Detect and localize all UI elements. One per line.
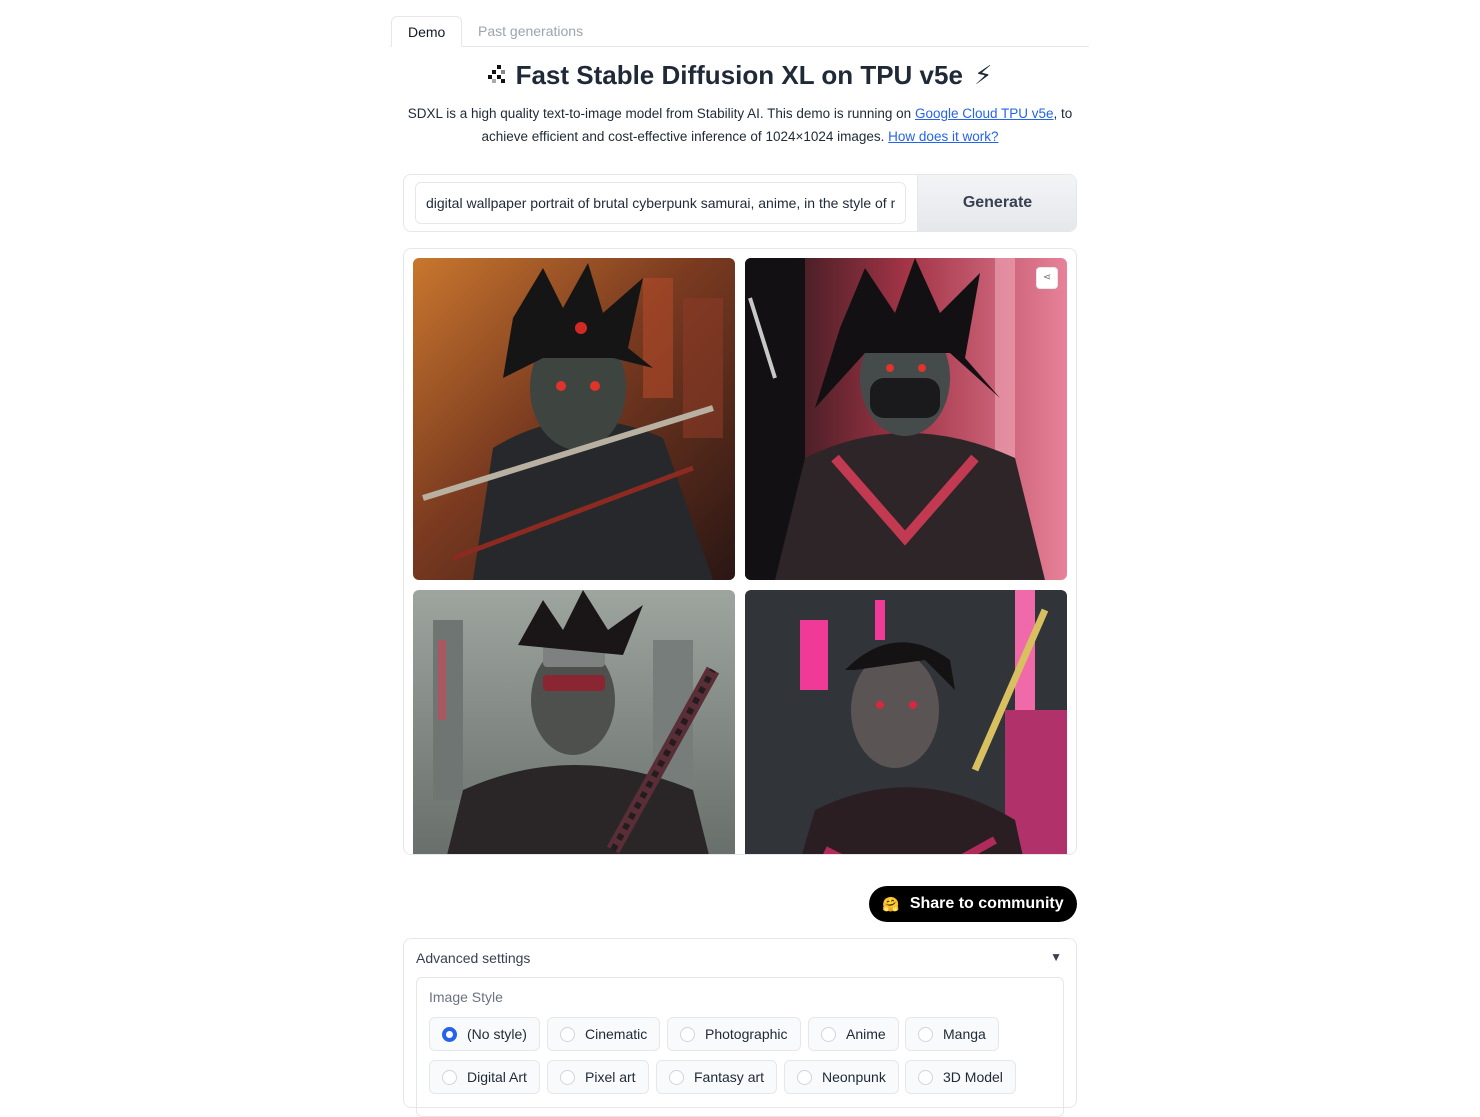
tpu-link[interactable]: Google Cloud TPU v5e (915, 106, 1054, 121)
style-option-pixel-art[interactable]: Pixel art (547, 1060, 649, 1094)
bolt-icon: ⚡ (974, 60, 993, 90)
option-label: Manga (943, 1026, 986, 1042)
how-it-works-link[interactable]: How does it work? (888, 129, 998, 144)
radio-selected-icon (442, 1026, 457, 1042)
sdxl-logo-icon (487, 65, 505, 84)
generated-image-2[interactable]: ⋖ (745, 258, 1067, 580)
style-option-manga[interactable]: Manga (905, 1017, 999, 1051)
option-label: Pixel art (585, 1069, 636, 1085)
title-text: Fast Stable Diffusion XL on TPU v5e (515, 60, 963, 90)
radio-icon (669, 1069, 684, 1085)
share-label: Share to community (909, 895, 1064, 912)
option-label: Photographic (705, 1026, 788, 1042)
advanced-settings-toggle[interactable]: Advanced settings (416, 950, 530, 966)
generate-button[interactable]: Generate (917, 175, 1076, 231)
prompt-input[interactable] (415, 182, 906, 224)
radio-icon (560, 1026, 575, 1042)
style-option-digital-art[interactable]: Digital Art (429, 1060, 540, 1094)
option-label: Anime (846, 1026, 886, 1042)
option-label: (No style) (467, 1026, 527, 1042)
style-option-no-style[interactable]: (No style) (429, 1017, 540, 1051)
radio-icon (918, 1026, 933, 1042)
style-option-anime[interactable]: Anime (808, 1017, 899, 1051)
image-style-label: Image Style (429, 989, 503, 1005)
description: SDXL is a high quality text-to-image mod… (400, 102, 1080, 148)
option-label: Digital Art (467, 1069, 527, 1085)
hugging-face-icon: 🤗 (882, 895, 900, 912)
tab-demo[interactable]: Demo (391, 16, 463, 47)
tab-past-generations[interactable]: Past generations (462, 16, 599, 46)
radio-icon (918, 1069, 933, 1085)
radio-icon (797, 1069, 812, 1085)
caret-down-icon[interactable]: ▼ (1050, 950, 1062, 964)
style-option-3d-model[interactable]: 3D Model (905, 1060, 1016, 1094)
page-title: Fast Stable Diffusion XL on TPU v5e ⚡ (0, 60, 1480, 91)
desc-text-1: SDXL is a high quality text-to-image mod… (407, 106, 915, 121)
style-option-fantasy-art[interactable]: Fantasy art (656, 1060, 778, 1094)
prompt-row: Generate (403, 174, 1077, 232)
option-label: Neonpunk (822, 1069, 886, 1085)
image-style-group: Image Style (No style) Cinematic Photogr… (416, 977, 1064, 1117)
radio-icon (560, 1069, 575, 1085)
image-gallery: ⋖ (403, 248, 1077, 855)
share-image-icon[interactable]: ⋖ (1036, 267, 1058, 289)
tab-bar: Demo Past generations (390, 16, 1089, 47)
style-option-cinematic[interactable]: Cinematic (547, 1017, 661, 1051)
radio-icon (821, 1026, 836, 1042)
share-to-community-button[interactable]: 🤗 Share to community (869, 886, 1077, 922)
advanced-settings-panel: Advanced settings ▼ Image Style (No styl… (403, 938, 1077, 1117)
generated-image-1[interactable] (413, 258, 735, 580)
radio-icon (442, 1069, 457, 1085)
generated-image-4[interactable] (745, 590, 1067, 854)
radio-icon (680, 1026, 695, 1042)
style-option-photographic[interactable]: Photographic (667, 1017, 801, 1051)
option-label: 3D Model (943, 1069, 1003, 1085)
option-label: Fantasy art (694, 1069, 765, 1085)
option-label: Cinematic (585, 1026, 648, 1042)
generated-image-3[interactable] (413, 590, 735, 854)
style-option-neonpunk[interactable]: Neonpunk (784, 1060, 899, 1094)
